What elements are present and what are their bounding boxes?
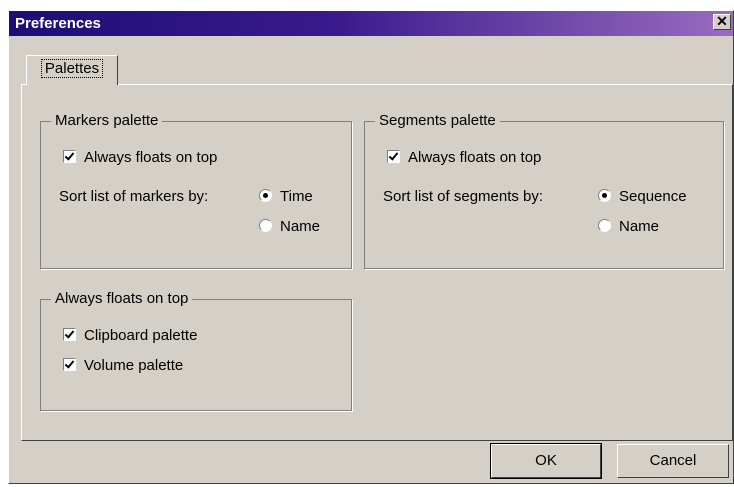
checkbox-checked-icon — [63, 150, 76, 163]
volume-palette-checkbox[interactable]: Volume palette — [63, 357, 183, 375]
checkbox-checked-icon — [387, 150, 400, 163]
segments-always-on-top-checkbox[interactable]: Always floats on top — [387, 149, 541, 167]
segments-palette-group: Segments palette Always floats on top So… — [364, 113, 724, 269]
segments-palette-legend: Segments palette — [379, 112, 496, 129]
always-floats-on-top-legend: Always floats on top — [55, 290, 189, 307]
markers-sort-label: Sort list of markers by: — [59, 188, 209, 205]
checkbox-checked-icon — [63, 358, 76, 371]
markers-palette-group: Markers palette Always floats on top Sor… — [40, 113, 352, 269]
always-floats-on-top-group: Always floats on top Clipboard palette V… — [40, 291, 352, 411]
radio-selected-icon — [598, 189, 611, 202]
segments-always-on-top-label: Always floats on top — [408, 149, 542, 166]
window-title: Preferences — [15, 15, 101, 32]
preferences-dialog: Preferences ✕ Palettes Markers palette A… — [8, 10, 734, 484]
markers-sort-time-radio[interactable]: Time — [259, 188, 313, 206]
markers-sort-time-label: Time — [280, 188, 313, 205]
close-icon[interactable]: ✕ — [713, 14, 731, 30]
segments-sort-label: Sort list of segments by: — [383, 188, 544, 205]
markers-sort-name-label: Name — [280, 218, 321, 235]
segments-sort-name-label: Name — [619, 218, 660, 235]
volume-palette-label: Volume palette — [84, 357, 184, 374]
markers-sort-name-radio[interactable]: Name — [259, 218, 320, 236]
segments-sort-sequence-label: Sequence — [619, 188, 687, 205]
clipboard-palette-label: Clipboard palette — [84, 327, 198, 344]
tab-palettes[interactable]: Palettes — [26, 55, 118, 85]
ok-button[interactable]: OK — [490, 443, 602, 479]
title-bar[interactable]: Preferences ✕ — [9, 11, 733, 36]
markers-palette-legend: Markers palette — [55, 112, 159, 129]
radio-selected-icon — [259, 189, 272, 202]
markers-always-on-top-label: Always floats on top — [84, 149, 218, 166]
segments-sort-name-radio[interactable]: Name — [598, 218, 659, 236]
cancel-button[interactable]: Cancel — [617, 444, 729, 478]
clipboard-palette-checkbox[interactable]: Clipboard palette — [63, 327, 197, 345]
radio-unselected-icon — [259, 219, 272, 232]
segments-sort-sequence-radio[interactable]: Sequence — [598, 188, 687, 206]
radio-unselected-icon — [598, 219, 611, 232]
tab-panel-palettes: Markers palette Always floats on top Sor… — [21, 84, 733, 441]
checkbox-checked-icon — [63, 328, 76, 341]
tab-palettes-label: Palettes — [40, 59, 104, 78]
markers-always-on-top-checkbox[interactable]: Always floats on top — [63, 149, 217, 167]
